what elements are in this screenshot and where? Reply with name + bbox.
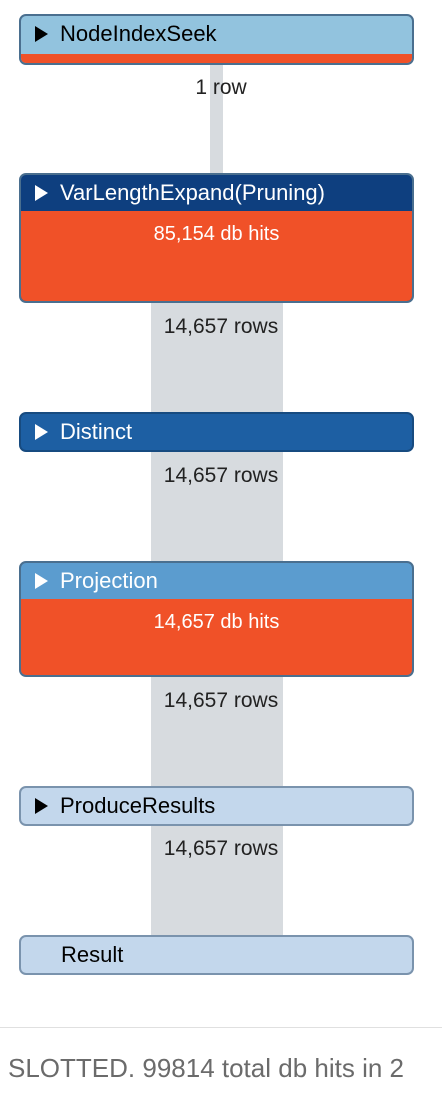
row-count-label: 14,657 rows (163, 315, 279, 338)
db-hits-section: 14,657 db hits (21, 599, 412, 675)
db-hits-label: 85,154 db hits (153, 223, 280, 245)
operator-header[interactable]: NodeIndexSeek (21, 16, 412, 52)
row-count-label: 14,657 rows (163, 689, 279, 712)
footer-divider (0, 1027, 442, 1028)
operator-header[interactable]: ProduceResults (21, 788, 412, 824)
db-hits-bar (21, 54, 412, 63)
operator-name: Projection (60, 568, 158, 593)
operator-header[interactable]: Result (21, 937, 412, 973)
query-summary: SLOTTED. 99814 total db hits in 2 (8, 1053, 404, 1083)
operator-name: Result (61, 942, 124, 967)
expand-triangle-icon[interactable] (35, 424, 48, 440)
expand-triangle-icon[interactable] (35, 798, 48, 814)
operator-name: NodeIndexSeek (60, 21, 217, 46)
expand-triangle-icon[interactable] (35, 26, 48, 42)
row-count-label: 14,657 rows (163, 464, 279, 487)
operator-result[interactable]: Result (19, 935, 414, 975)
row-count-label: 1 row (195, 76, 247, 99)
operator-name: ProduceResults (60, 793, 216, 818)
operator-produce-results[interactable]: ProduceResults (19, 786, 414, 826)
operator-header[interactable]: VarLengthExpand(Pruning) (21, 175, 412, 211)
operator-header[interactable]: Distinct (21, 414, 412, 450)
db-hits-section: 85,154 db hits (21, 211, 412, 301)
operator-projection[interactable]: Projection 14,657 db hits (19, 561, 414, 677)
operator-header[interactable]: Projection (21, 563, 412, 599)
expand-triangle-icon[interactable] (35, 185, 48, 201)
operator-distinct[interactable]: Distinct (19, 412, 414, 452)
db-hits-label: 14,657 db hits (153, 611, 280, 633)
operator-name: Distinct (60, 419, 133, 444)
operator-name: VarLengthExpand(Pruning) (60, 180, 325, 205)
expand-triangle-icon[interactable] (35, 573, 48, 589)
row-count-label: 14,657 rows (163, 837, 279, 860)
operator-var-length-expand[interactable]: VarLengthExpand(Pruning) 85,154 db hits (19, 173, 414, 303)
operator-node-index-seek[interactable]: NodeIndexSeek (19, 14, 414, 65)
